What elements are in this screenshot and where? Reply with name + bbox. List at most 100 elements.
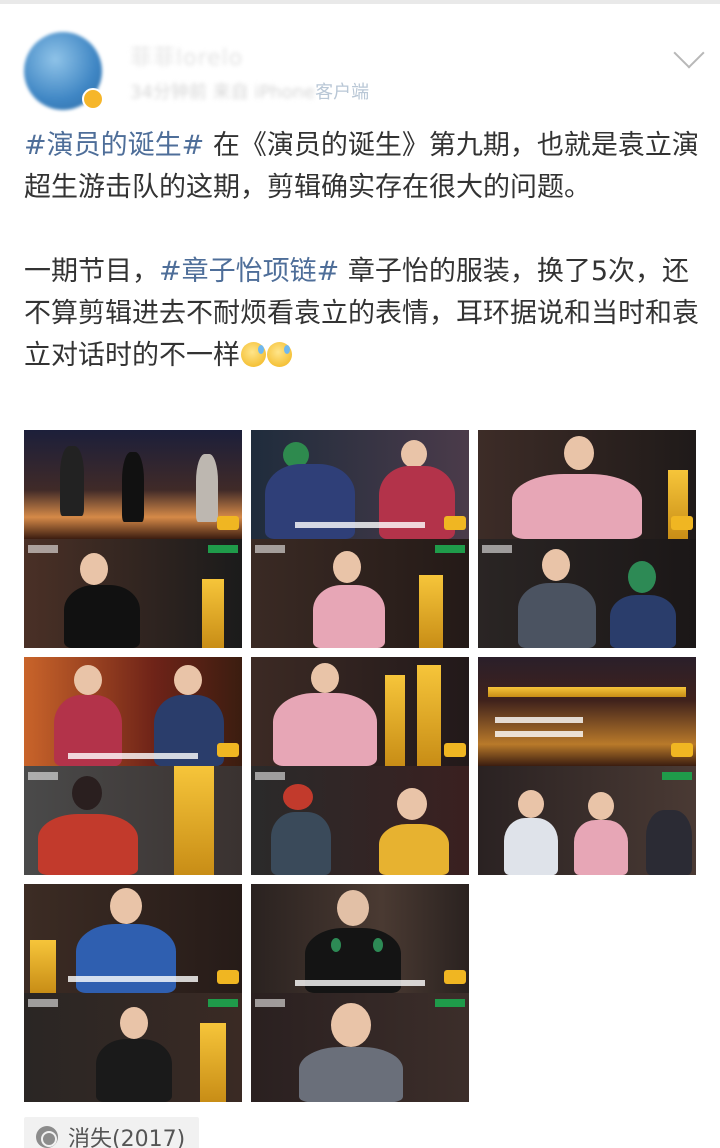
photo-scene [251, 884, 469, 993]
earring-icon [373, 938, 383, 952]
photo-scene [24, 766, 242, 875]
top-divider [0, 0, 720, 4]
photo-figure [646, 810, 692, 875]
photo-thumbnail-4[interactable] [24, 657, 242, 875]
photo-figure [60, 446, 84, 516]
photo-decor [202, 579, 224, 648]
photo-scene [251, 430, 469, 539]
photo-figure [401, 440, 427, 468]
photo-scene [251, 993, 469, 1102]
location-icon [36, 1126, 58, 1148]
photo-thumbnail-3[interactable] [478, 430, 696, 648]
earring-icon [331, 938, 341, 952]
photo-figure [518, 790, 544, 818]
photo-figure [397, 788, 427, 820]
photo-figure [337, 890, 369, 926]
photo-thumbnail-7[interactable] [24, 884, 242, 1102]
show-logo-icon [671, 516, 693, 530]
photo-scene [24, 993, 242, 1102]
photo-figure [72, 776, 102, 810]
subtitle-bar [294, 980, 426, 986]
photo-figure [74, 665, 102, 695]
photo-figure [273, 693, 377, 766]
photo-thumbnail-8[interactable] [251, 884, 469, 1102]
tv-station-logo [482, 545, 512, 553]
post-paragraph-1: #演员的诞生# 在《演员的诞生》第九期，也就是袁立演超生游击队的这期，剪辑确实存… [24, 125, 700, 209]
photo-thumbnail-5[interactable] [251, 657, 469, 875]
photo-figure [271, 812, 331, 875]
photo-figure [283, 784, 313, 810]
photo-figure [331, 1003, 371, 1047]
photo-decor [417, 665, 441, 766]
post-body: #演员的诞生# 在《演员的诞生》第九期，也就是袁立演超生游击队的这期，剪辑确实存… [24, 125, 700, 419]
photo-scene [478, 539, 696, 648]
photo-figure [96, 1039, 172, 1102]
tv-station-logo [255, 999, 285, 1007]
sweat-emoji-icon [267, 342, 292, 367]
topic-link-necklace[interactable]: #章子怡项链# [159, 256, 339, 287]
photo-figure [38, 814, 138, 875]
photo-scene [24, 539, 242, 648]
photo-figure [311, 663, 339, 693]
tv-station-logo [255, 545, 285, 553]
photo-figure [504, 818, 558, 875]
photo-figure [518, 583, 596, 648]
sponsor-logo [435, 999, 465, 1007]
sweat-emoji-icon [241, 342, 266, 367]
photo-thumbnail-6[interactable] [478, 657, 696, 875]
photo-figure [299, 1047, 403, 1102]
location-label: 消失(2017) [68, 1127, 186, 1148]
subtitle-bar [67, 976, 199, 982]
post-client: iPhone [254, 82, 316, 103]
photo-decor [488, 687, 686, 697]
subtitle-bar [294, 522, 426, 528]
show-logo-icon [217, 743, 239, 757]
photo-figure [110, 888, 142, 924]
show-logo-icon [444, 970, 466, 984]
photo-decor [385, 675, 405, 766]
photo-decor [174, 766, 214, 875]
photo-figure [76, 924, 176, 993]
photo-scene [251, 766, 469, 875]
subtitle-bar [67, 753, 199, 759]
photo-figure [64, 585, 140, 648]
tv-station-logo [28, 999, 58, 1007]
score-bar [495, 731, 583, 737]
show-logo-icon [444, 516, 466, 530]
photo-decor [200, 1023, 226, 1102]
photo-scene [478, 657, 696, 766]
photo-figure [588, 792, 614, 820]
score-bar [495, 717, 583, 723]
photo-thumbnail-1[interactable] [24, 430, 242, 648]
sponsor-logo [208, 999, 238, 1007]
post-time: 34分钟前 [130, 82, 207, 103]
photo-figure [512, 474, 642, 539]
vip-badge-icon [82, 88, 104, 110]
tv-station-logo [28, 545, 58, 553]
photo-figure [196, 454, 218, 522]
photo-thumbnail-2[interactable] [251, 430, 469, 648]
photo-figure [379, 824, 449, 875]
photo-figure [628, 561, 656, 593]
photo-scene [24, 884, 242, 993]
photo-figure [120, 1007, 148, 1039]
topic-link-actor-birth[interactable]: #演员的诞生# [24, 130, 204, 161]
tv-station-logo [255, 772, 285, 780]
photo-grid [24, 430, 696, 1102]
photo-figure [333, 551, 361, 583]
photo-figure [313, 585, 385, 648]
photo-decor [419, 575, 443, 648]
photo-figure [564, 436, 594, 470]
tv-station-logo [28, 772, 58, 780]
show-logo-icon [444, 743, 466, 757]
location-tag[interactable]: 消失(2017) [24, 1117, 200, 1148]
photo-scene [24, 657, 242, 766]
photo-scene [251, 539, 469, 648]
post-meta: 34分钟前 来自 iPhone客户端 [130, 78, 369, 104]
sponsor-logo [662, 772, 692, 780]
user-name[interactable]: 菲菲lorelo [130, 40, 243, 72]
chevron-down-icon[interactable] [673, 37, 705, 69]
photo-figure [174, 665, 202, 695]
photo-figure [542, 549, 570, 581]
post-paragraph-2: 一期节目，#章子怡项链# 章子怡的服装，换了5次，还不算剪辑进去不耐烦看袁立的表… [24, 251, 700, 377]
